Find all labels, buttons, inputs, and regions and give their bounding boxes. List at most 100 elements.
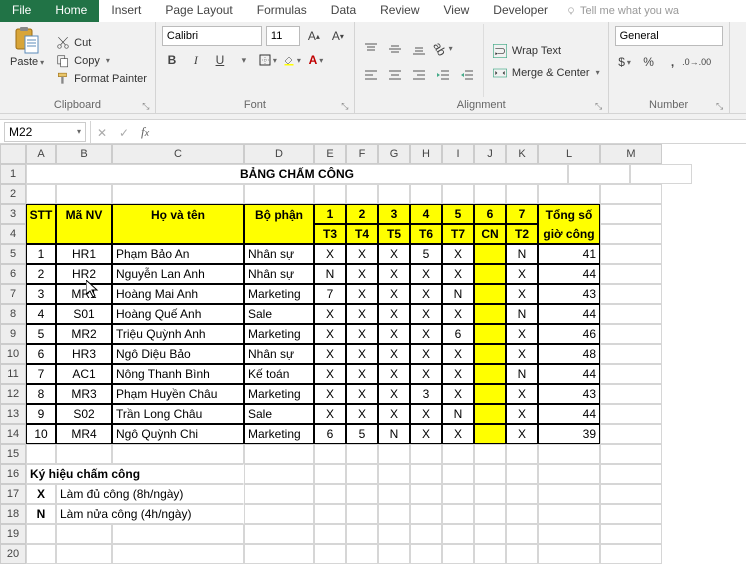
worksheet[interactable]: 1 2 3 4 5 6 7 8 9 10 11 12 13 14 15 16 1… [0,144,746,584]
format-painter-button[interactable]: Format Painter [54,71,149,87]
cell[interactable]: X [410,284,442,304]
cell[interactable] [378,444,410,464]
cell[interactable] [244,224,314,244]
clipboard-launcher[interactable]: ⤡ [141,101,151,111]
cell[interactable]: X [346,384,378,404]
sheet-title[interactable]: BẢNG CHẤM CÔNG [26,164,568,184]
cell[interactable]: 5 [410,244,442,264]
cell[interactable]: Marketing [244,424,314,444]
cell[interactable]: X [442,244,474,264]
cell[interactable] [314,444,346,464]
cell[interactable] [378,464,410,484]
cell[interactable]: X [314,344,346,364]
cell[interactable]: Phạm Huyền Châu [112,384,244,404]
cell[interactable] [442,504,474,524]
cell[interactable] [474,344,506,364]
cell[interactable] [26,524,56,544]
cell[interactable]: X [314,324,346,344]
cell[interactable]: 8 [26,384,56,404]
cell[interactable]: X [506,424,538,444]
cell[interactable] [244,544,314,564]
row-header[interactable]: 15 [0,444,26,464]
cell[interactable] [538,524,600,544]
cell[interactable] [378,184,410,204]
cell[interactable] [538,544,600,564]
hdr-d2[interactable]: 2 [346,204,378,224]
number-launcher[interactable]: ⤡ [715,101,725,111]
cell[interactable]: 41 [538,244,600,264]
font-color-button[interactable]: A [306,50,326,70]
cell[interactable]: X [410,304,442,324]
row-header[interactable]: 6 [0,264,26,284]
col-header[interactable]: L [538,144,600,164]
cell[interactable] [112,544,244,564]
cell[interactable]: X [442,264,474,284]
cell[interactable] [244,524,314,544]
cell[interactable] [474,244,506,264]
cell[interactable] [26,224,56,244]
cell[interactable]: X [442,304,474,324]
cell[interactable]: X [410,344,442,364]
cell[interactable]: X [442,344,474,364]
cell[interactable] [600,484,662,504]
cell[interactable] [538,184,600,204]
cell[interactable]: X [442,364,474,384]
cell[interactable]: 3 [410,384,442,404]
underline-button[interactable]: U [210,50,230,70]
col-header[interactable]: E [314,144,346,164]
cell[interactable] [112,444,244,464]
cell[interactable] [346,444,378,464]
cell[interactable] [112,524,244,544]
tab-home[interactable]: Home [43,0,99,22]
legend-x-sym[interactable]: X [26,484,56,504]
cell[interactable] [474,544,506,564]
hdr-t2[interactable]: T4 [346,224,378,244]
cell[interactable]: Trần Long Châu [112,404,244,424]
cell[interactable]: N [314,264,346,284]
cell[interactable]: 10 [26,424,56,444]
cell[interactable]: Nhân sự [244,344,314,364]
cell[interactable]: Triệu Quỳnh Anh [112,324,244,344]
cell[interactable]: 39 [538,424,600,444]
cell[interactable] [56,184,112,204]
hdr-t1[interactable]: T3 [314,224,346,244]
cell[interactable]: AC1 [56,364,112,384]
tab-file[interactable]: File [0,0,43,22]
cell[interactable]: N [442,284,474,304]
cell[interactable]: X [314,404,346,424]
cell[interactable] [474,384,506,404]
font-name-input[interactable] [162,26,262,46]
cell[interactable] [410,504,442,524]
legend-n-sym[interactable]: N [26,504,56,524]
hdr-d7[interactable]: 7 [506,204,538,224]
cell[interactable] [506,484,538,504]
cell[interactable] [630,164,692,184]
cell[interactable] [538,484,600,504]
cell[interactable]: X [346,264,378,284]
tab-data[interactable]: Data [319,0,368,22]
currency-button[interactable]: $ [615,52,635,72]
cell[interactable]: Sale [244,404,314,424]
col-header[interactable]: I [442,144,474,164]
legend-n-txt[interactable]: Làm nửa công (4h/ngày) [56,504,244,524]
legend-title[interactable]: Ký hiệu chấm công [26,464,244,484]
cell[interactable] [474,404,506,424]
align-right-button[interactable] [409,65,429,85]
cell[interactable]: X [410,364,442,384]
cell[interactable] [474,184,506,204]
cell[interactable]: 4 [26,304,56,324]
increase-indent-button[interactable] [457,65,477,85]
cell[interactable] [506,544,538,564]
cell[interactable]: S01 [56,304,112,324]
row-header[interactable]: 1 [0,164,26,184]
name-box[interactable]: M22 ▾ [4,122,86,142]
cell[interactable] [26,184,56,204]
cell[interactable] [410,484,442,504]
cell[interactable] [474,464,506,484]
number-format-input[interactable] [615,26,723,46]
cell[interactable] [442,464,474,484]
row-header[interactable]: 14 [0,424,26,444]
cell[interactable]: Sale [244,304,314,324]
cell[interactable] [442,444,474,464]
cell[interactable] [600,424,662,444]
